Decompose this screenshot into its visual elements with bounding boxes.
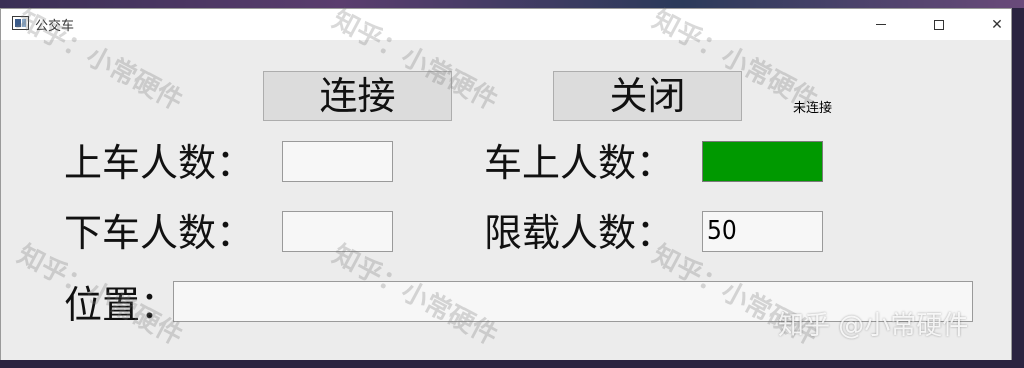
minimize-icon [876, 24, 886, 25]
desktop-background [0, 0, 1024, 8]
passenger-limit-field[interactable]: 50 [702, 211, 823, 252]
close-window-button[interactable]: ✕ [974, 9, 1020, 40]
app-icon [12, 16, 29, 30]
alighting-count-field[interactable] [282, 211, 393, 252]
close-button[interactable]: 关闭 [553, 71, 742, 121]
minimize-button[interactable] [858, 9, 904, 40]
corner-watermark: 知乎 @小常硬件 [778, 311, 969, 341]
boarding-count-label: 上车人数： [64, 141, 255, 185]
onboard-count-label: 车上人数： [484, 141, 675, 185]
alighting-count-label: 下车人数： [64, 211, 255, 255]
onboard-count-field[interactable] [702, 141, 823, 182]
position-label: 位置： [64, 283, 179, 327]
maximize-icon [934, 19, 944, 30]
connection-status: 未连接 [793, 101, 833, 116]
window-title: 公交车 [35, 19, 75, 34]
title-bar: 公交车 ✕ [1, 9, 1011, 40]
connect-button[interactable]: 连接 [263, 71, 452, 121]
maximize-button[interactable] [916, 9, 962, 40]
close-icon: ✕ [991, 16, 1003, 33]
passenger-limit-label: 限载人数： [484, 211, 675, 255]
boarding-count-field[interactable] [282, 141, 393, 182]
